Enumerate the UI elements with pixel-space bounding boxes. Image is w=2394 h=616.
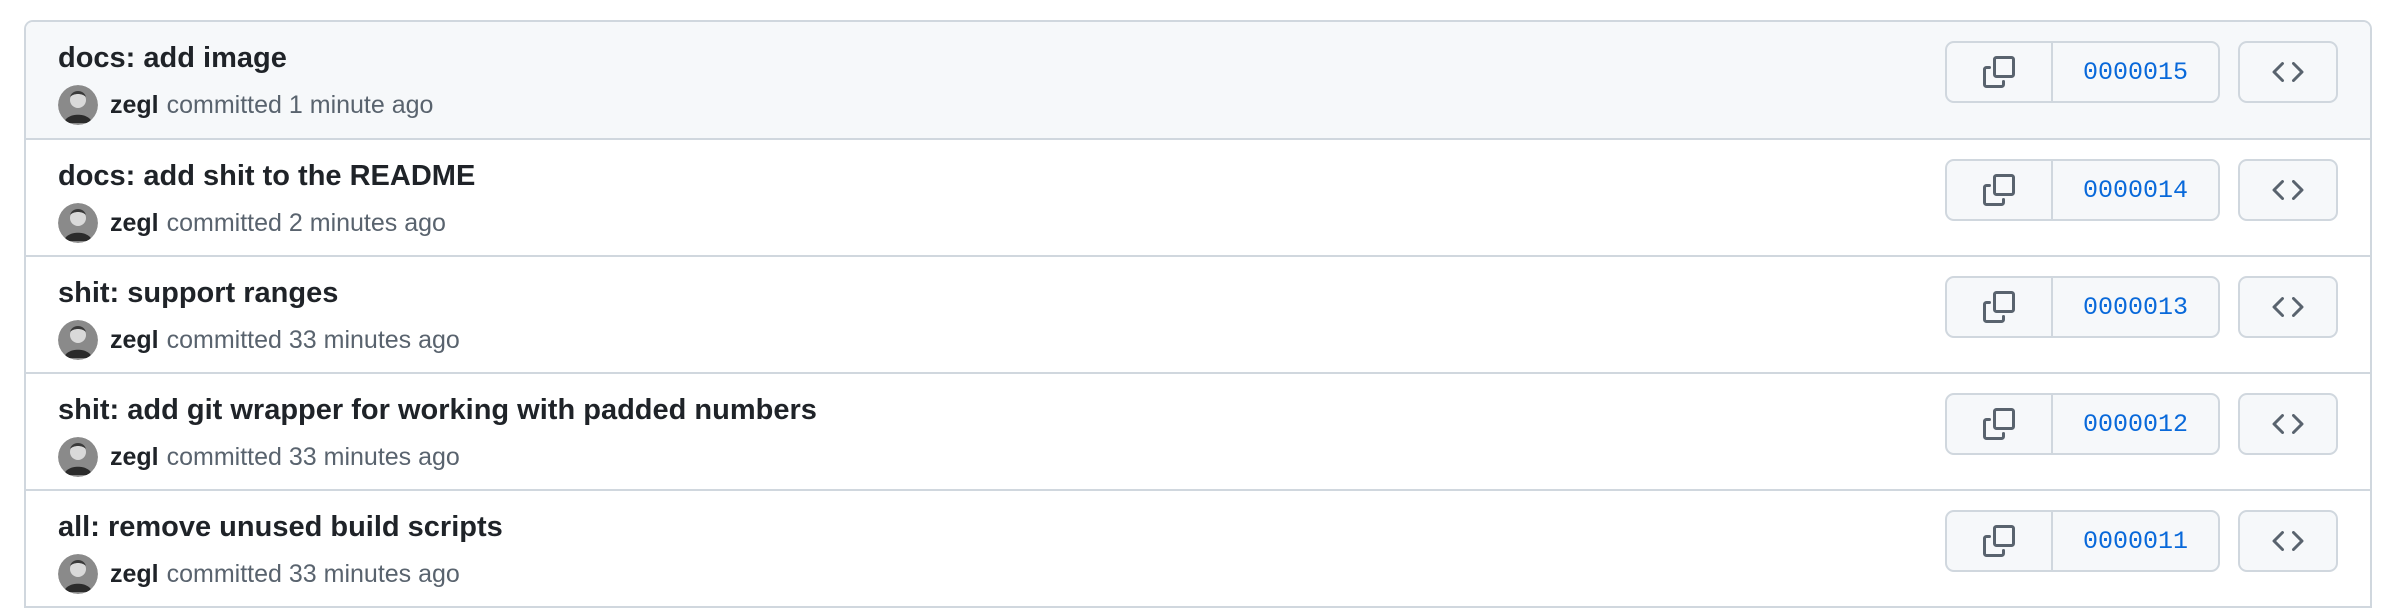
- commit-list: docs: add image zegl committed 1 minute …: [24, 20, 2372, 608]
- commit-title[interactable]: docs: add image: [58, 42, 287, 75]
- commit-meta: zegl committed 33 minutes ago: [58, 554, 460, 594]
- commit-meta: zegl committed 2 minutes ago: [58, 203, 446, 243]
- commit-title[interactable]: shit: add git wrapper for working with p…: [58, 394, 817, 427]
- commit-time: 2 minutes ago: [288, 208, 446, 237]
- commit-row: all: remove unused build scripts zegl co…: [26, 491, 2370, 608]
- commit-action: committed: [166, 90, 282, 119]
- commit-meta: zegl committed 1 minute ago: [58, 85, 433, 125]
- code-icon: [2272, 174, 2304, 206]
- commit-row: docs: add image zegl committed 1 minute …: [26, 22, 2370, 140]
- commit-action: committed: [166, 325, 282, 354]
- avatar[interactable]: [58, 554, 98, 594]
- commit-action: committed: [166, 208, 282, 237]
- commit-actions: 0000011: [1945, 510, 2220, 572]
- copy-sha-button[interactable]: [1947, 278, 2053, 336]
- code-icon: [2272, 525, 2304, 557]
- avatar[interactable]: [58, 203, 98, 243]
- author-name[interactable]: zegl: [110, 560, 159, 589]
- commit-actions: 0000013: [1945, 276, 2220, 338]
- commit-title[interactable]: all: remove unused build scripts: [58, 511, 503, 544]
- browse-repo-button[interactable]: [2238, 276, 2338, 338]
- copy-sha-button[interactable]: [1947, 512, 2053, 570]
- commit-sha-link[interactable]: 0000012: [2053, 395, 2218, 453]
- commit-sha-link[interactable]: 0000011: [2053, 512, 2218, 570]
- commit-row: shit: support ranges zegl committed 33 m…: [26, 257, 2370, 374]
- commit-title[interactable]: shit: support ranges: [58, 277, 338, 310]
- copy-icon: [1983, 525, 2015, 557]
- commit-time: 33 minutes ago: [288, 442, 460, 471]
- commit-action: committed: [166, 442, 282, 471]
- browse-repo-button[interactable]: [2238, 41, 2338, 103]
- code-icon: [2272, 408, 2304, 440]
- author-name[interactable]: zegl: [110, 326, 159, 355]
- copy-icon: [1983, 291, 2015, 323]
- copy-icon: [1983, 408, 2015, 440]
- commit-actions: 0000014: [1945, 159, 2220, 221]
- commit-meta: zegl committed 33 minutes ago: [58, 320, 460, 360]
- commit-row: shit: add git wrapper for working with p…: [26, 374, 2370, 491]
- commit-sha-link[interactable]: 0000014: [2053, 161, 2218, 219]
- commit-actions: 0000012: [1945, 393, 2220, 455]
- commit-sha-link[interactable]: 0000013: [2053, 278, 2218, 336]
- avatar[interactable]: [58, 437, 98, 477]
- copy-sha-button[interactable]: [1947, 43, 2053, 101]
- commit-row: docs: add shit to the README zegl commit…: [26, 140, 2370, 257]
- commit-time: 1 minute ago: [288, 90, 434, 119]
- copy-icon: [1983, 174, 2015, 206]
- commit-actions: 0000015: [1945, 41, 2220, 103]
- commit-meta: zegl committed 33 minutes ago: [58, 437, 460, 477]
- author-name[interactable]: zegl: [110, 209, 159, 238]
- commit-action: committed: [166, 559, 282, 588]
- commit-time: 33 minutes ago: [288, 559, 460, 588]
- author-name[interactable]: zegl: [110, 91, 159, 120]
- author-name[interactable]: zegl: [110, 443, 159, 472]
- copy-sha-button[interactable]: [1947, 161, 2053, 219]
- avatar[interactable]: [58, 85, 98, 125]
- code-icon: [2272, 56, 2304, 88]
- code-icon: [2272, 291, 2304, 323]
- browse-repo-button[interactable]: [2238, 159, 2338, 221]
- browse-repo-button[interactable]: [2238, 393, 2338, 455]
- browse-repo-button[interactable]: [2238, 510, 2338, 572]
- commit-title[interactable]: docs: add shit to the README: [58, 160, 475, 193]
- copy-sha-button[interactable]: [1947, 395, 2053, 453]
- commit-time: 33 minutes ago: [288, 325, 460, 354]
- commit-sha-link[interactable]: 0000015: [2053, 43, 2218, 101]
- copy-icon: [1983, 56, 2015, 88]
- avatar[interactable]: [58, 320, 98, 360]
